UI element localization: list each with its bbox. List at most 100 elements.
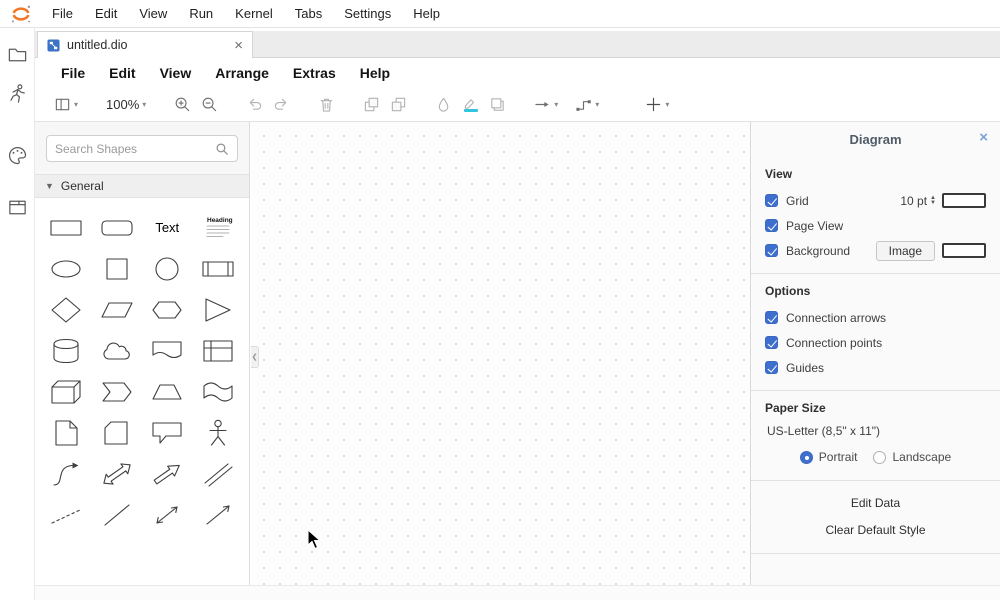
shape-dashed-line[interactable] [41,494,92,535]
shape-hexagon[interactable] [142,289,193,330]
page-view-checkbox[interactable] [765,219,778,232]
jupyter-menu-view[interactable]: View [128,0,178,27]
shape-trapezoid[interactable] [142,371,193,412]
jupyter-menu-kernel[interactable]: Kernel [224,0,284,27]
tab-untitled-dio[interactable]: untitled.dio × [37,31,253,58]
to-front-button[interactable] [358,93,385,116]
connection-arrows-checkbox[interactable] [765,311,778,324]
jupyter-menu-tabs[interactable]: Tabs [284,0,333,27]
shape-rectangle[interactable] [41,207,92,248]
paper-size-heading: Paper Size [765,401,986,415]
jupyter-menu-edit[interactable]: Edit [84,0,128,27]
stepper-down-icon[interactable]: ▼ [930,201,936,206]
delete-button[interactable] [313,93,340,116]
shape-arrow[interactable] [142,453,193,494]
connection-button[interactable]: ▾ [529,93,563,116]
shape-cube[interactable] [41,371,92,412]
shape-triangle[interactable] [193,289,244,330]
orientation-row: Portrait Landscape [765,444,986,470]
grid-color-button[interactable] [942,193,986,208]
file-browser-icon[interactable] [7,44,28,65]
view-section: View Grid 10 pt ▲▼ Page View Background … [751,157,1000,273]
shape-actor[interactable] [193,412,244,453]
grid-size-stepper[interactable]: ▲▼ [930,196,936,206]
jupyter-menu-settings[interactable]: Settings [333,0,402,27]
paper-size-value[interactable]: US-Letter (8,5" x 11") [765,422,986,444]
radio-selected-icon [800,451,813,464]
drawio-menu-file[interactable]: File [49,58,97,88]
to-back-button[interactable] [385,93,412,116]
shape-text[interactable]: Text [142,207,193,248]
waypoints-button[interactable]: ▾ [570,93,604,116]
command-palette-icon[interactable] [7,145,28,166]
shape-curve[interactable] [41,453,92,494]
shape-card[interactable] [92,412,143,453]
shape-step[interactable] [92,371,143,412]
zoom-select[interactable]: 100% ▾ [101,94,151,115]
grid-checkbox[interactable] [765,194,778,207]
canvas-bottom-strip [35,585,1000,600]
portrait-radio[interactable]: Portrait [800,450,858,464]
view-layout-button[interactable]: ▾ [49,93,83,116]
chevron-down-icon: ▼ [45,181,54,191]
drawio-menu-view[interactable]: View [148,58,204,88]
zoom-out-button[interactable] [196,93,223,116]
background-checkbox[interactable] [765,244,778,257]
zoom-value: 100% [106,97,139,112]
drawio-menu-help[interactable]: Help [348,58,402,88]
shape-heading[interactable]: Heading [193,207,244,248]
shape-callout[interactable] [142,412,193,453]
shape-bidirectional-connector[interactable] [142,494,193,535]
shape-line[interactable] [92,494,143,535]
shape-process[interactable] [193,248,244,289]
background-color-button[interactable] [942,243,986,258]
shape-link[interactable] [193,453,244,494]
panel-collapse-handle[interactable]: ❮ [251,346,259,368]
jupyter-menu-file[interactable]: File [41,0,84,27]
open-tabs-icon[interactable] [7,197,28,218]
shape-parallelogram[interactable] [92,289,143,330]
shape-directional-connector[interactable] [193,494,244,535]
edit-data-button[interactable]: Edit Data [765,489,986,516]
shape-ellipse[interactable] [41,248,92,289]
line-color-button[interactable] [457,94,484,115]
shape-rounded-rectangle[interactable] [92,207,143,248]
jupyter-menu-run[interactable]: Run [178,0,224,27]
drawio-menu-edit[interactable]: Edit [97,58,147,88]
shape-diamond[interactable] [41,289,92,330]
tab-close-icon[interactable]: × [234,38,243,53]
view-layout-icon [54,96,71,113]
insert-button[interactable]: ▾ [640,93,674,116]
shape-document[interactable] [142,330,193,371]
shape-cylinder[interactable] [41,330,92,371]
shape-internal-storage[interactable] [193,330,244,371]
running-sessions-icon[interactable] [7,83,28,104]
clear-default-style-button[interactable]: Clear Default Style [765,516,986,543]
guides-checkbox[interactable] [765,361,778,374]
shape-search-input[interactable] [55,142,215,156]
jupyter-menu-help[interactable]: Help [402,0,451,27]
fill-color-button[interactable] [430,93,457,116]
undo-button[interactable] [241,93,268,116]
panel-close-icon[interactable]: × [979,130,988,145]
redo-icon [273,96,290,113]
landscape-radio[interactable]: Landscape [873,450,951,464]
trash-icon [318,96,335,113]
shape-note[interactable] [41,412,92,453]
shape-square[interactable] [92,248,143,289]
background-image-button[interactable]: Image [876,241,935,261]
shadow-button[interactable] [484,93,511,116]
connection-points-checkbox[interactable] [765,336,778,349]
shape-tape[interactable] [193,371,244,412]
shadow-icon [489,96,506,113]
drawio-menu-extras[interactable]: Extras [281,58,348,88]
shape-grid: TextHeading [35,198,249,544]
shape-cloud[interactable] [92,330,143,371]
section-general[interactable]: ▼ General [35,174,249,198]
shape-circle[interactable] [142,248,193,289]
redo-button[interactable] [268,93,295,116]
paper-size-section: Paper Size US-Letter (8,5" x 11") Portra… [751,391,1000,480]
shape-bidirectional-arrow[interactable] [92,453,143,494]
zoom-in-button[interactable] [169,93,196,116]
drawio-menu-arrange[interactable]: Arrange [203,58,281,88]
